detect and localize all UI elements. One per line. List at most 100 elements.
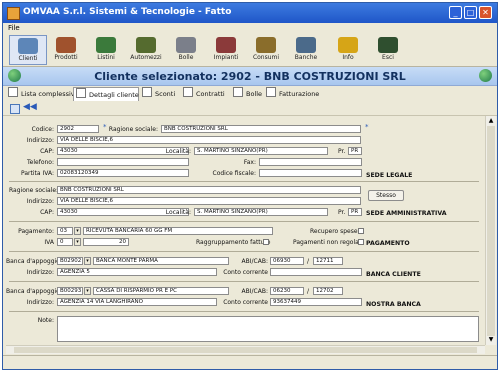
pagamento-description-field[interactable]: RICEVUTA BANCARIA 60 GG FM bbox=[83, 227, 273, 235]
horizontal-scrollbar[interactable] bbox=[6, 345, 485, 354]
scroll-up-icon[interactable]: ▲ bbox=[487, 117, 495, 125]
amm-pr-field[interactable]: PR bbox=[348, 208, 362, 216]
localita-label: Località: bbox=[165, 148, 191, 155]
nostra-cab-field[interactable]: 12702 bbox=[313, 287, 343, 295]
tab-lista-complessiva[interactable]: Lista complessiva bbox=[6, 87, 79, 100]
nostra-indirizzo-field[interactable]: AGENZIA 14 VIA LANGHIRANO bbox=[57, 298, 217, 306]
list-icon bbox=[8, 87, 18, 97]
divider bbox=[9, 251, 479, 252]
iva-code-field[interactable]: 0 bbox=[57, 238, 73, 246]
scroll-thumb[interactable] bbox=[487, 126, 495, 336]
toolbar-button-banche[interactable]: Banche bbox=[287, 35, 325, 65]
ragione-sociale-label: Ragione sociale: bbox=[108, 126, 158, 133]
conto-corrente-field[interactable] bbox=[270, 268, 362, 276]
banks-icon bbox=[296, 37, 316, 53]
back-arrow-icon[interactable]: ◀◀ bbox=[23, 102, 37, 112]
divider bbox=[9, 311, 479, 312]
tab-dettagli-cliente[interactable]: Dettagli cliente bbox=[73, 87, 139, 101]
toolbar-button-label: Esci bbox=[382, 54, 394, 61]
minimize-button[interactable]: _ bbox=[449, 6, 462, 19]
recupero-spese-label: Recupero spese bbox=[310, 228, 358, 235]
toolbar-button-label: Clienti bbox=[18, 55, 38, 62]
pr-field[interactable]: PR bbox=[348, 147, 362, 155]
tab-sconti[interactable]: Sconti bbox=[140, 87, 180, 100]
toolbar-button-consumi[interactable]: Consumi bbox=[247, 35, 285, 65]
toolbar-button-label: Listini bbox=[97, 54, 115, 61]
amm-localita-field[interactable]: S. MARTINO SINZANO(PR) bbox=[194, 208, 328, 216]
pagamenti-non-regolari-label: Pagamenti non regolari bbox=[293, 239, 363, 246]
tab-bolle[interactable]: Bolle bbox=[231, 87, 263, 100]
telefono-field[interactable] bbox=[57, 158, 189, 166]
toolbar-button-bolle[interactable]: Bolle bbox=[167, 35, 205, 65]
codice-label: Codice: bbox=[31, 126, 54, 133]
scroll-thumb[interactable] bbox=[14, 347, 477, 353]
banca-abi-field[interactable]: 06930 bbox=[270, 257, 304, 265]
codice-field[interactable]: 2902 bbox=[57, 125, 99, 133]
recupero-spese-checkbox[interactable] bbox=[358, 228, 364, 234]
amm-ragione-label: Ragione sociale: bbox=[9, 187, 59, 194]
nostra-abi-field[interactable]: 06230 bbox=[270, 287, 304, 295]
products-icon bbox=[56, 37, 76, 53]
nostra-abi-cab-label: ABI/CAB: bbox=[241, 288, 268, 295]
pagamento-heading: PAGAMENTO bbox=[366, 240, 410, 247]
close-button[interactable]: ✕ bbox=[479, 6, 492, 19]
localita-field[interactable]: S. MARTINO SINZANO(PR) bbox=[194, 147, 328, 155]
stesso-button[interactable]: Stesso bbox=[368, 190, 404, 201]
toolbar-button-impianti[interactable]: Impianti bbox=[207, 35, 245, 65]
toolbar-button-info[interactable]: Info bbox=[329, 35, 367, 65]
toolbar-button-listini[interactable]: Listini bbox=[87, 35, 125, 65]
scroll-down-icon[interactable]: ▼ bbox=[487, 336, 495, 344]
nostra-dropdown-icon[interactable]: ▾ bbox=[84, 287, 91, 295]
toolbar-button-clienti[interactable]: Clienti bbox=[9, 35, 47, 65]
nostra-conto-corrente-field[interactable]: 93637449 bbox=[270, 298, 362, 306]
toolbar-button-esci[interactable]: Esci bbox=[369, 35, 407, 65]
vertical-scrollbar[interactable]: ▲ ▼ bbox=[485, 116, 496, 345]
indirizzo-label: Indirizzo: bbox=[26, 137, 54, 144]
banca-cab-field[interactable]: 12711 bbox=[313, 257, 343, 265]
ragione-sociale-field[interactable]: BNB COSTRUZIONI SRL bbox=[161, 125, 361, 133]
raggruppamento-fatture-checkbox[interactable] bbox=[263, 239, 269, 245]
globe-icon bbox=[479, 69, 492, 82]
codice-fiscale-field[interactable] bbox=[259, 169, 362, 177]
pagamento-label: Pagamento: bbox=[18, 228, 54, 235]
partita-iva-label: Partita IVA: bbox=[21, 170, 54, 177]
client-details-form: Codice: 2902 * Ragione sociale: BNB COST… bbox=[6, 118, 484, 344]
sede-amministrativa-heading: SEDE AMMINISTRATIVA bbox=[366, 210, 447, 217]
exit-icon bbox=[378, 37, 398, 53]
banca-cliente-heading: BANCA CLIENTE bbox=[366, 271, 421, 278]
amm-indirizzo-field[interactable]: VIA DELLE BISCIE,6 bbox=[57, 197, 361, 205]
partita-iva-field[interactable]: 02083120349 bbox=[57, 169, 189, 177]
pagamento-dropdown-icon[interactable]: ▾ bbox=[74, 227, 81, 235]
required-marker-icon: * bbox=[103, 123, 107, 131]
fax-field[interactable] bbox=[259, 158, 362, 166]
nostra-name-field[interactable]: CASSA DI RISPARMIO PR E PC bbox=[93, 287, 229, 295]
menu-file[interactable]: File bbox=[8, 24, 20, 32]
iva-value-field[interactable]: 20 bbox=[83, 238, 129, 246]
pagamenti-non-regolari-checkbox[interactable] bbox=[358, 239, 364, 245]
maximize-button[interactable]: □ bbox=[464, 6, 477, 19]
nostra-code-field[interactable]: B00293 bbox=[57, 287, 83, 295]
document-icon bbox=[233, 87, 243, 97]
divider bbox=[9, 281, 479, 282]
iva-dropdown-icon[interactable]: ▾ bbox=[74, 238, 81, 246]
save-icon[interactable] bbox=[10, 104, 20, 114]
banca-dropdown-icon[interactable]: ▾ bbox=[84, 257, 91, 265]
vehicles-icon bbox=[136, 37, 156, 53]
title-bar[interactable]: OMVAA S.r.l. Sistemi & Tecnologie - Fatt… bbox=[3, 3, 497, 23]
tab-fatturazione[interactable]: Fatturazione bbox=[264, 87, 320, 100]
banca-name-field[interactable]: BANCA MONTE PARMA bbox=[93, 257, 229, 265]
abi-cab-label: ABI/CAB: bbox=[241, 258, 268, 265]
banca-code-field[interactable]: B02902 bbox=[57, 257, 83, 265]
tab-contratti[interactable]: Contratti bbox=[181, 87, 229, 100]
divider bbox=[9, 221, 479, 222]
banca-indirizzo-field[interactable]: AGENZIA 5 bbox=[57, 268, 217, 276]
indirizzo-field[interactable]: VIA DELLE BISCIE,6 bbox=[57, 136, 361, 144]
banca-appoggio-label: Banca d'appoggio: bbox=[6, 258, 62, 265]
toolbar-button-prodotti[interactable]: Prodotti bbox=[47, 35, 85, 65]
delivery-notes-icon bbox=[176, 37, 196, 53]
note-textarea[interactable] bbox=[57, 316, 479, 342]
toolbar-button-automezzi[interactable]: Automezzi bbox=[127, 35, 165, 65]
amm-ragione-field[interactable]: BNB COSTRUZIONI SRL bbox=[57, 186, 361, 194]
divider bbox=[9, 181, 479, 182]
pagamento-code-field[interactable]: 03 bbox=[57, 227, 73, 235]
